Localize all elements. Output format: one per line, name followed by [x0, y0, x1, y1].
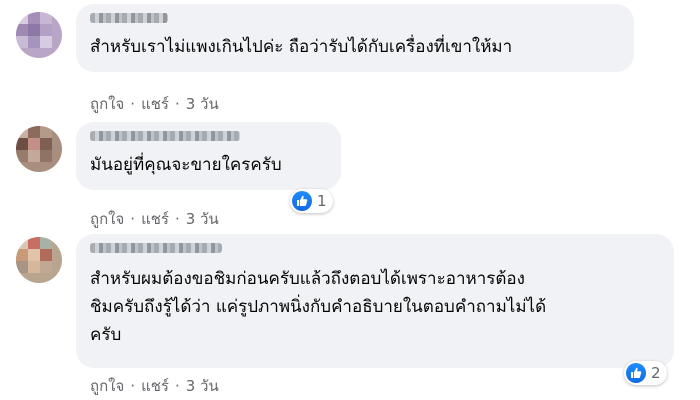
comment-bubble: สำหรับผมต้องขอชิมก่อนครับแล้วถึงตอบได้เพ… — [76, 234, 674, 368]
comment-text: สำหรับเราไม่แพงเกินไปค่ะ ถือว่ารับได้กับ… — [90, 37, 513, 57]
avatar[interactable] — [16, 12, 62, 58]
reply-link[interactable]: แชร์ — [141, 92, 169, 116]
comment-actions: ถูกใจ · แชร์ · 3 วัน — [90, 207, 219, 231]
reaction-count: 1 — [317, 192, 327, 210]
comment-text: มันอยู่ที่คุณจะขายใครครับ — [90, 155, 282, 175]
separator: · — [130, 95, 136, 113]
like-link[interactable]: ถูกใจ — [90, 207, 124, 231]
timestamp[interactable]: 3 วัน — [186, 374, 219, 398]
comment-text: สำหรับผมต้องขอชิมก่อนครับแล้วถึงตอบได้เพ… — [90, 269, 547, 345]
reaction-badge[interactable]: 1 — [290, 189, 333, 213]
reaction-count: 2 — [651, 364, 661, 382]
comment-bubble: สำหรับเราไม่แพงเกินไปค่ะ ถือว่ารับได้กับ… — [76, 4, 634, 72]
author-name-blurred[interactable] — [90, 243, 222, 253]
reaction-badge[interactable]: 2 — [624, 361, 667, 385]
separator: · — [174, 377, 180, 395]
author-name-blurred[interactable] — [90, 131, 240, 141]
timestamp[interactable]: 3 วัน — [186, 207, 219, 231]
separator: · — [130, 377, 136, 395]
reply-link[interactable]: แชร์ — [141, 374, 169, 398]
separator: · — [174, 210, 180, 228]
like-link[interactable]: ถูกใจ — [90, 92, 124, 116]
separator: · — [130, 210, 136, 228]
reply-link[interactable]: แชร์ — [141, 207, 169, 231]
author-name-blurred[interactable] — [90, 13, 168, 23]
comment-bubble: มันอยู่ที่คุณจะขายใครครับ — [76, 122, 341, 190]
avatar[interactable] — [16, 126, 62, 172]
comment-actions: ถูกใจ · แชร์ · 3 วัน — [90, 92, 219, 116]
timestamp[interactable]: 3 วัน — [186, 92, 219, 116]
separator: · — [174, 95, 180, 113]
like-thumb-icon — [292, 191, 312, 211]
avatar[interactable] — [16, 237, 62, 283]
like-link[interactable]: ถูกใจ — [90, 374, 124, 398]
comment-actions: ถูกใจ · แชร์ · 3 วัน — [90, 374, 219, 398]
like-thumb-icon — [626, 363, 646, 383]
